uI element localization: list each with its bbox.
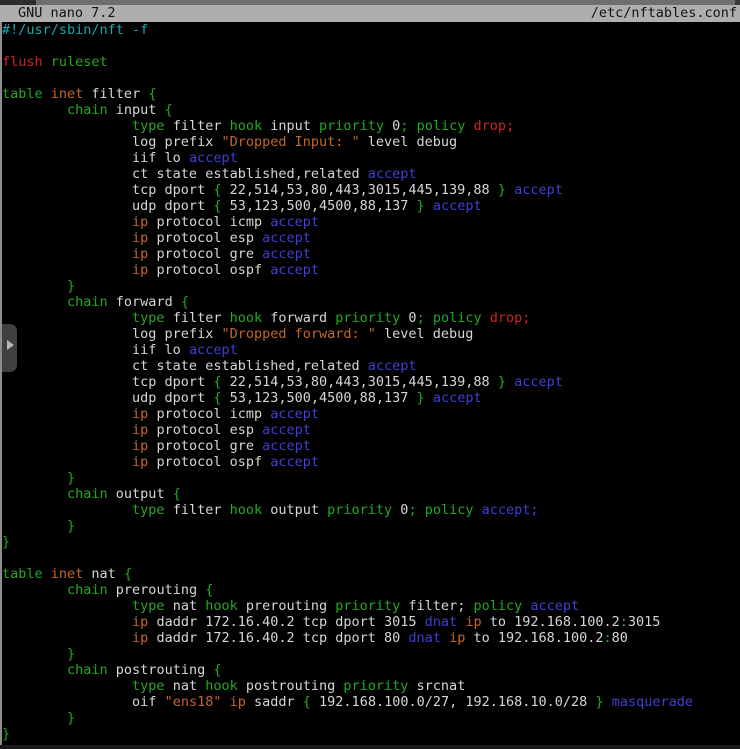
code-line: ip protocol ospf accept	[0, 262, 740, 278]
file-path-label: /etc/nftables.conf	[591, 5, 737, 22]
code-line	[0, 38, 740, 54]
code-line: ct state established,related accept	[0, 358, 740, 374]
code-line: tcp dport { 22,514,53,80,443,3015,445,13…	[0, 182, 740, 198]
code-line: ip protocol ospf accept	[0, 454, 740, 470]
code-line: ip protocol esp accept	[0, 230, 740, 246]
code-line: ct state established,related accept	[0, 166, 740, 182]
code-line: ip daddr 172.16.40.2 tcp dport 80 dnat i…	[0, 630, 740, 646]
code-line: }	[0, 726, 740, 742]
code-line: chain output {	[0, 486, 740, 502]
code-line: }	[0, 470, 740, 486]
code-line: udp dport { 53,123,500,4500,88,137 } acc…	[0, 390, 740, 406]
code-line: type filter hook input priority 0; polic…	[0, 118, 740, 134]
code-line: }	[0, 534, 740, 550]
code-line: iif lo accept	[0, 342, 740, 358]
code-line: table inet filter {	[0, 86, 740, 102]
code-line: }	[0, 278, 740, 294]
window-bottom-edge	[0, 745, 740, 749]
expand-arrow-icon	[7, 340, 14, 350]
code-line: chain postrouting {	[0, 662, 740, 678]
code-line: #!/usr/sbin/nft -f	[0, 22, 740, 38]
code-line: type filter hook output priority 0; poli…	[0, 502, 740, 518]
code-line: type nat hook prerouting priority filter…	[0, 598, 740, 614]
code-line: ip daddr 172.16.40.2 tcp dport 3015 dnat…	[0, 614, 740, 630]
editor-area[interactable]: #!/usr/sbin/nft -f flush ruleset table ine…	[0, 22, 740, 742]
nano-version-label: GNU nano 7.2	[18, 5, 116, 22]
code-line	[0, 550, 740, 566]
code-line: chain forward {	[0, 294, 740, 310]
code-line: ip protocol gre accept	[0, 438, 740, 454]
code-line: flush ruleset	[0, 54, 740, 70]
code-line: ip protocol icmp accept	[0, 214, 740, 230]
control-panel-handle[interactable]	[2, 324, 17, 372]
code-line: iif lo accept	[0, 150, 740, 166]
code-line: }	[0, 710, 740, 726]
code-line: tcp dport { 22,514,53,80,443,3015,445,13…	[0, 374, 740, 390]
code-line: }	[0, 646, 740, 662]
code-line: table inet nat {	[0, 566, 740, 582]
left-border	[0, 22, 2, 749]
code-line	[0, 70, 740, 86]
code-line: chain input {	[0, 102, 740, 118]
code-line: log prefix "Dropped forward: " level deb…	[0, 326, 740, 342]
code-line: oif "ens18" ip saddr { 192.168.100.0/27,…	[0, 694, 740, 710]
code-line: type filter hook forward priority 0; pol…	[0, 310, 740, 326]
nano-titlebar: GNU nano 7.2 /etc/nftables.conf	[0, 5, 740, 22]
code-line: }	[0, 518, 740, 534]
code-line: ip protocol gre accept	[0, 246, 740, 262]
code-line: ip protocol esp accept	[0, 422, 740, 438]
code-line: type nat hook postrouting priority srcna…	[0, 678, 740, 694]
code-line: ip protocol icmp accept	[0, 406, 740, 422]
code-line: chain prerouting {	[0, 582, 740, 598]
code-line: log prefix "Dropped Input: " level debug	[0, 134, 740, 150]
code-line: udp dport { 53,123,500,4500,88,137 } acc…	[0, 198, 740, 214]
